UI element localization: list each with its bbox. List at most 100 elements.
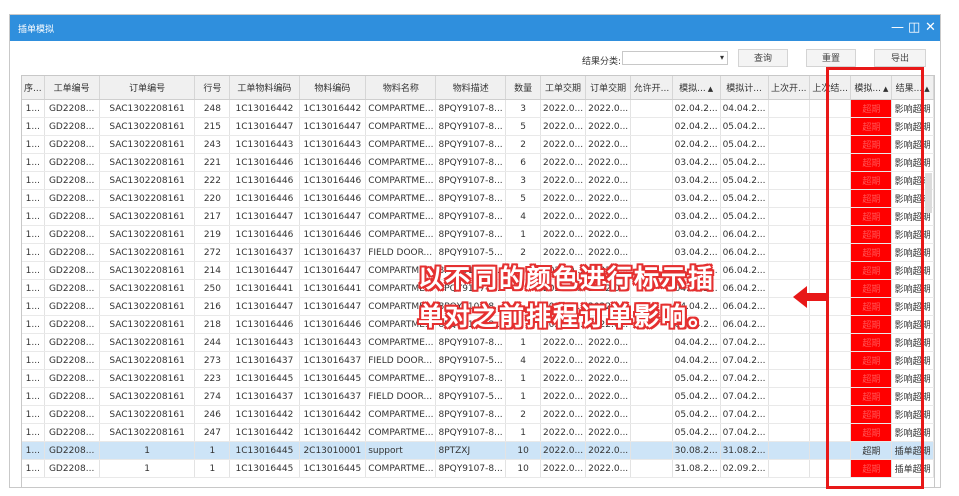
vertical-scrollbar[interactable]: [925, 173, 932, 213]
column-header-label: 工单编号: [53, 84, 90, 94]
table-cell: 2022.0...: [540, 207, 587, 226]
table-cell: SAC1302208161: [99, 153, 196, 172]
table-cell: 1C13016443: [299, 333, 367, 352]
table-cell: [630, 423, 673, 442]
result-category-select[interactable]: ▾: [622, 51, 728, 65]
table-row[interactable]: 1... GD2208... SAC1302208161 274 1C13016437 1…: [22, 387, 934, 406]
table-cell: 8PQY9107-8...: [435, 333, 507, 352]
column-header[interactable]: 订单编号: [99, 76, 196, 100]
table-row[interactable]: 1... GD2208... SAC1302208161 219 1C13016446 1…: [22, 225, 934, 244]
table-cell: 2022.0...: [540, 189, 587, 208]
table-cell: 10: [505, 441, 542, 460]
table-cell: 2022.0...: [540, 441, 587, 460]
column-header-label: 模拟...: [679, 84, 706, 94]
table-row[interactable]: 1... GD2208... 1 1 1C13016445 1C13016445 COMPA…: [22, 459, 934, 478]
table-cell: 2022.0...: [540, 351, 587, 370]
table-cell: COMPARTME...: [365, 423, 437, 442]
table-cell: 273: [194, 351, 231, 370]
table-cell: 1C13016437: [299, 387, 367, 406]
table-cell: 2022.0...: [540, 117, 587, 136]
table-cell: 2022.0...: [540, 405, 587, 424]
table-cell: GD2208...: [44, 351, 100, 370]
column-header-label: 工单物料编码: [237, 84, 292, 94]
table-row[interactable]: 1... GD2208... 1 1 1C13016445 2C13010001 suppo…: [22, 441, 934, 460]
export-button[interactable]: 导出: [874, 49, 926, 67]
table-cell: 8PQY9107-5...: [435, 387, 507, 406]
table-cell: 2022.0...: [540, 171, 587, 190]
column-header[interactable]: 物料编码: [299, 76, 367, 100]
table-cell: [768, 261, 810, 280]
query-button[interactable]: 查询: [738, 49, 788, 67]
table-cell: GD2208...: [44, 297, 100, 316]
table-cell: 05.04.2...: [672, 387, 721, 406]
column-header[interactable]: 工单物料编码: [229, 76, 300, 100]
table-cell: COMPARTME...: [365, 117, 437, 136]
table-cell: 2: [505, 405, 542, 424]
table-cell: 1C13016446: [299, 153, 367, 172]
column-header[interactable]: 订单交期: [585, 76, 632, 100]
column-header[interactable]: 物料名称: [365, 76, 437, 100]
table-cell: 244: [194, 333, 231, 352]
sort-asc-icon: ▲: [924, 85, 930, 93]
table-cell: 05.04.2...: [720, 153, 769, 172]
table-cell: 1C13016445: [299, 369, 367, 388]
column-header[interactable]: 行号: [194, 76, 231, 100]
table-row[interactable]: 1... GD2208... SAC1302208161 220 1C13016446 1…: [22, 189, 934, 208]
table-cell: GD2208...: [44, 261, 100, 280]
table-row[interactable]: 1... GD2208... SAC1302208161 248 1C13016442 1…: [22, 99, 934, 118]
table-cell: 1...: [22, 333, 45, 352]
column-header[interactable]: 工单交期: [540, 76, 587, 100]
table-row[interactable]: 1... GD2208... SAC1302208161 246 1C13016442 1…: [22, 405, 934, 424]
minimize-icon[interactable]: —: [891, 21, 904, 34]
table-cell: 02.04.2...: [672, 99, 721, 118]
table-cell: GD2208...: [44, 315, 100, 334]
chevron-down-icon[interactable]: ▾: [720, 52, 724, 64]
table-cell: 1C13016445: [229, 459, 300, 478]
table-row[interactable]: 1... GD2208... SAC1302208161 215 1C13016447 1…: [22, 117, 934, 136]
table-cell: 2022.0...: [585, 405, 632, 424]
table-row[interactable]: 1... GD2208... SAC1302208161 243 1C13016443 1…: [22, 135, 934, 154]
table-cell: 5: [505, 189, 542, 208]
table-row[interactable]: 1... GD2208... SAC1302208161 272 1C13016437 1…: [22, 243, 934, 262]
table-cell: [768, 243, 810, 262]
table-cell: 1C13016447: [229, 207, 300, 226]
column-header[interactable]: 上次开...: [768, 76, 810, 100]
table-cell: SAC1302208161: [99, 189, 196, 208]
table-cell: 1C13016446: [299, 171, 367, 190]
table-row[interactable]: 1... GD2208... SAC1302208161 273 1C13016437 1…: [22, 351, 934, 370]
table-cell: GD2208...: [44, 99, 100, 118]
table-cell: COMPARTME...: [365, 189, 437, 208]
column-header[interactable]: 工单编号: [44, 76, 100, 100]
table-cell: [768, 441, 810, 460]
column-header[interactable]: 数量: [505, 76, 542, 100]
table-cell: support: [365, 441, 437, 460]
table-cell: 1C13016446: [299, 189, 367, 208]
table-cell: COMPARTME...: [365, 135, 437, 154]
column-header[interactable]: 模拟... ▲: [672, 76, 721, 100]
restore-icon[interactable]: ◫: [908, 21, 920, 34]
column-header[interactable]: 物料描述: [435, 76, 507, 100]
table-cell: 221: [194, 153, 231, 172]
table-cell: [630, 189, 673, 208]
table-row[interactable]: 1... GD2208... SAC1302208161 221 1C13016446 1…: [22, 153, 934, 172]
table-cell: 1C13016437: [229, 351, 300, 370]
column-header[interactable]: 允许开...: [630, 76, 673, 100]
column-header[interactable]: 序...: [22, 76, 45, 100]
table-cell: 246: [194, 405, 231, 424]
table-cell: SAC1302208161: [99, 387, 196, 406]
table-cell: 274: [194, 387, 231, 406]
table-cell: 2022.0...: [585, 423, 632, 442]
table-row[interactable]: 1... GD2208... SAC1302208161 244 1C13016443 1…: [22, 333, 934, 352]
table-cell: 1C13016446: [229, 225, 300, 244]
window-titlebar: 插单模拟 — ◫ ✕: [10, 15, 940, 41]
table-row[interactable]: 1... GD2208... SAC1302208161 222 1C13016446 1…: [22, 171, 934, 190]
table-row[interactable]: 1... GD2208... SAC1302208161 223 1C13016445 1…: [22, 369, 934, 388]
column-header-label: 工单交期: [545, 84, 582, 94]
reset-button[interactable]: 重置: [806, 49, 856, 67]
table-cell: 2022.0...: [585, 369, 632, 388]
close-icon[interactable]: ✕: [925, 21, 936, 34]
table-cell: 1C13016446: [229, 153, 300, 172]
table-row[interactable]: 1... GD2208... SAC1302208161 247 1C13016442 1…: [22, 423, 934, 442]
table-row[interactable]: 1... GD2208... SAC1302208161 217 1C13016447 1…: [22, 207, 934, 226]
column-header[interactable]: 模拟计...: [720, 76, 769, 100]
